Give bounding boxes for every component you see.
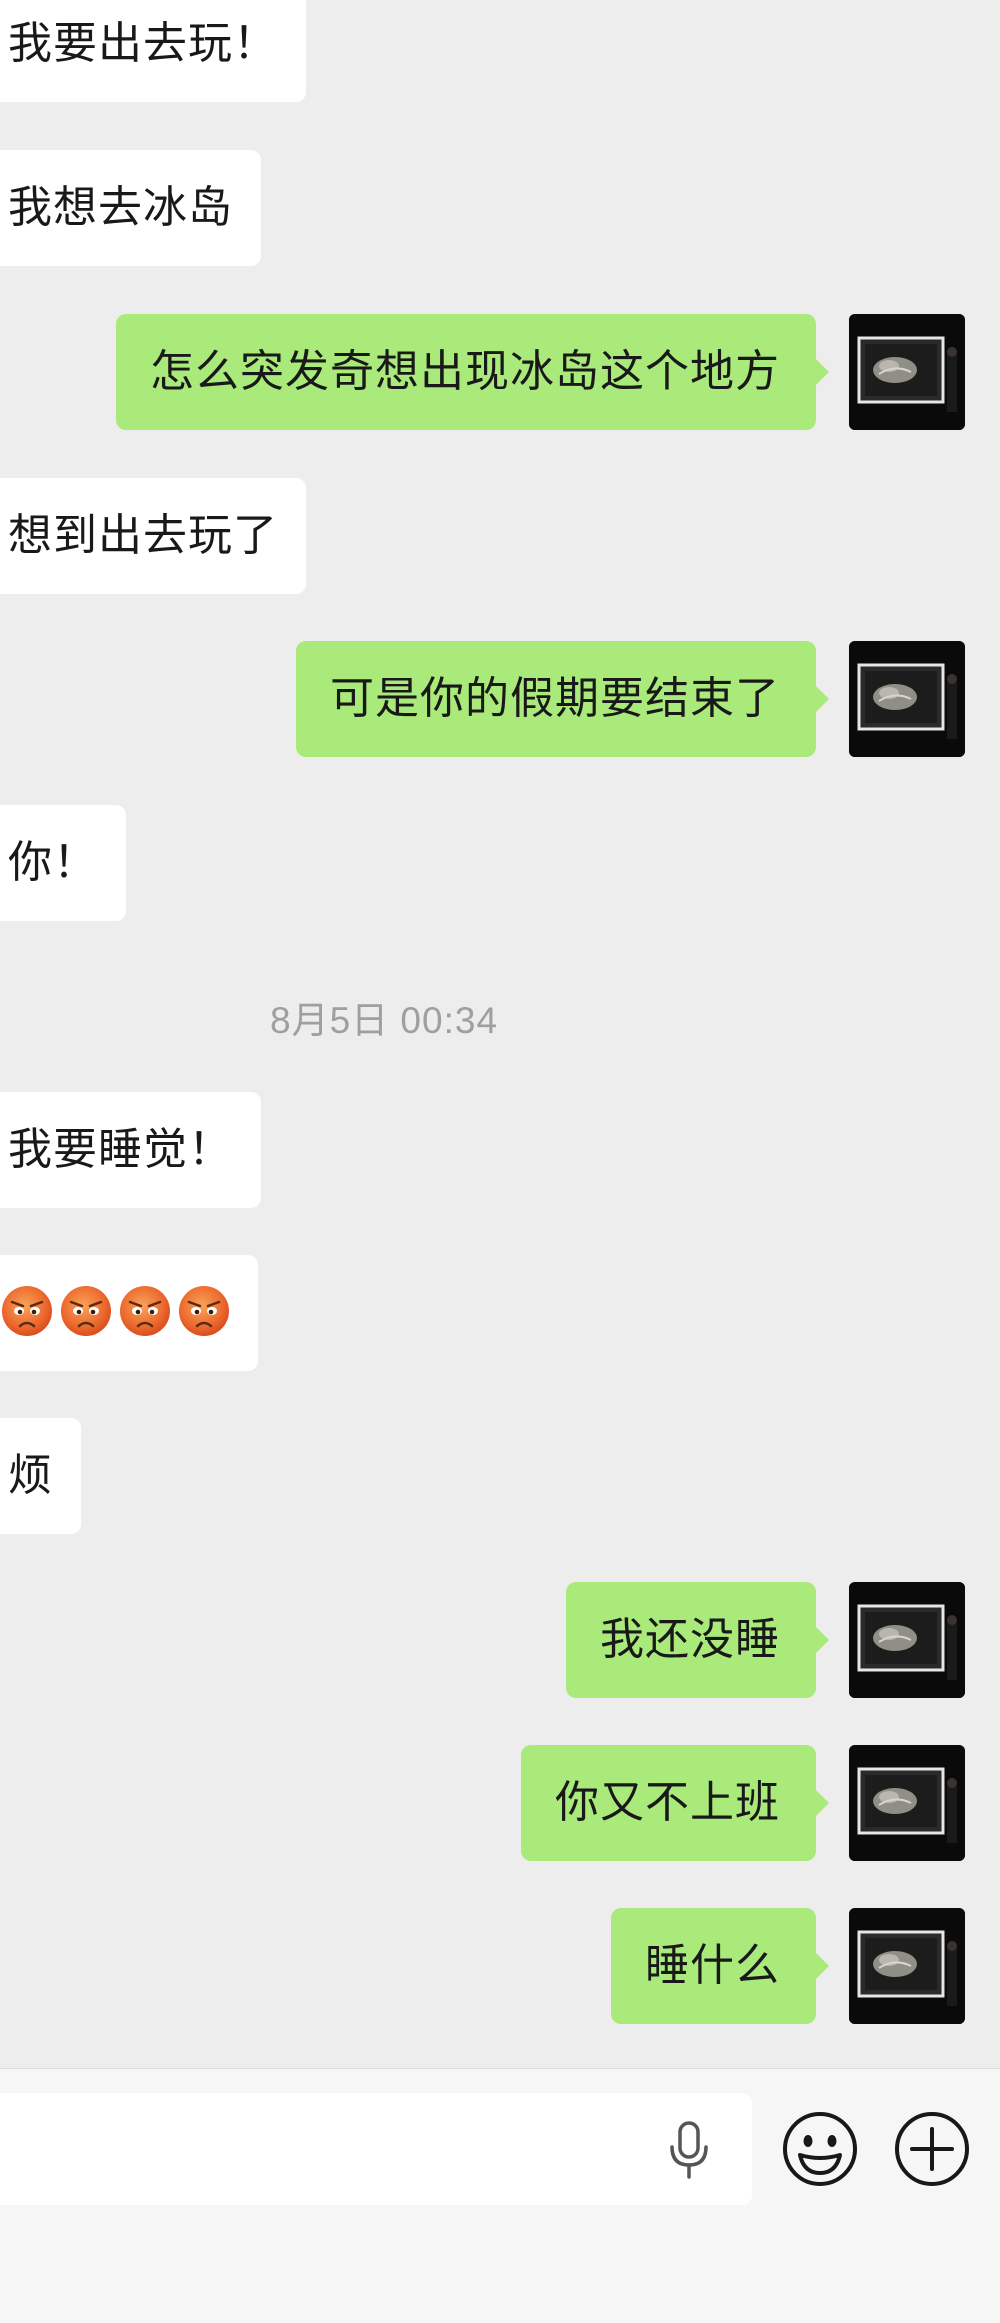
user-avatar[interactable] [849,314,965,430]
message-row: 你又不上班 [0,1745,1000,1861]
avatar-image [849,1908,965,2024]
chat-timestamp: 8月5日 00:34 [270,1000,499,1041]
sent-message-bubble[interactable]: 睡什么 [611,1908,829,2024]
message-text: 我要睡觉！ [8,1124,233,1175]
message-text: 你又不上班 [555,1777,780,1828]
message-text: 我还没睡 [600,1614,780,1665]
avatar-image [849,314,965,430]
message-row: 我要睡觉！ [0,1092,1000,1208]
pouting-face-icon [179,1286,229,1336]
received-message-bubble[interactable]: 我要睡觉！ [0,1092,261,1208]
avatar-image [849,1745,965,1861]
message-text: 你！ [8,837,98,888]
message-row: 我还没睡 [0,1582,1000,1698]
sent-message-bubble[interactable]: 怎么突发奇想出现冰岛这个地方 [116,314,829,430]
message-row: 想到出去玩了 [0,478,1000,594]
message-row: 我想去冰岛 [0,150,1000,266]
message-row: 你！ [0,805,1000,921]
chat-input-bar [0,2068,1000,2323]
user-avatar[interactable] [849,1745,965,1861]
received-message-bubble[interactable]: 你！ [0,805,126,921]
message-row: 我要出去玩！ [0,0,1000,102]
message-row: 怎么突发奇想出现冰岛这个地方 [0,314,1000,430]
message-text: 想到出去玩了 [8,510,278,561]
message-row: 烦 [0,1418,1000,1534]
user-avatar[interactable] [849,641,965,757]
microphone-icon[interactable] [664,2119,714,2181]
message-text: 烦 [8,1450,53,1501]
received-message-bubble[interactable]: 想到出去玩了 [0,478,306,594]
user-avatar[interactable] [849,1908,965,2024]
message-text: 我要出去玩！ [8,18,278,69]
plus-icon[interactable] [892,2109,972,2189]
received-message-bubble[interactable]: 我想去冰岛 [0,150,261,266]
received-emoji-bubble[interactable] [0,1255,258,1371]
message-row [0,1255,1000,1371]
message-text: 怎么突发奇想出现冰岛这个地方 [150,346,780,397]
message-text: 我想去冰岛 [8,182,233,233]
avatar-image [849,1582,965,1698]
pouting-face-icon [120,1286,170,1336]
pouting-face-icon [61,1286,111,1336]
received-message-bubble[interactable]: 烦 [0,1418,81,1534]
smiley-icon[interactable] [780,2109,860,2189]
message-input[interactable] [0,2093,752,2205]
pouting-face-icon [2,1286,52,1336]
message-text: 可是你的假期要结束了 [330,673,780,724]
message-row: 睡什么 [0,1908,1000,2024]
message-row: 可是你的假期要结束了 [0,641,1000,757]
chat-area: 我要出去玩！ 我想去冰岛 怎么突发奇想出现冰岛这个地方 想到出去玩了 可是你的假… [0,0,1000,2068]
sent-message-bubble[interactable]: 你又不上班 [521,1745,829,1861]
user-avatar[interactable] [849,1582,965,1698]
sent-message-bubble[interactable]: 可是你的假期要结束了 [296,641,829,757]
received-message-bubble[interactable]: 我要出去玩！ [0,0,306,102]
message-text: 睡什么 [645,1940,780,1991]
avatar-image [849,641,965,757]
sent-message-bubble[interactable]: 我还没睡 [566,1582,829,1698]
